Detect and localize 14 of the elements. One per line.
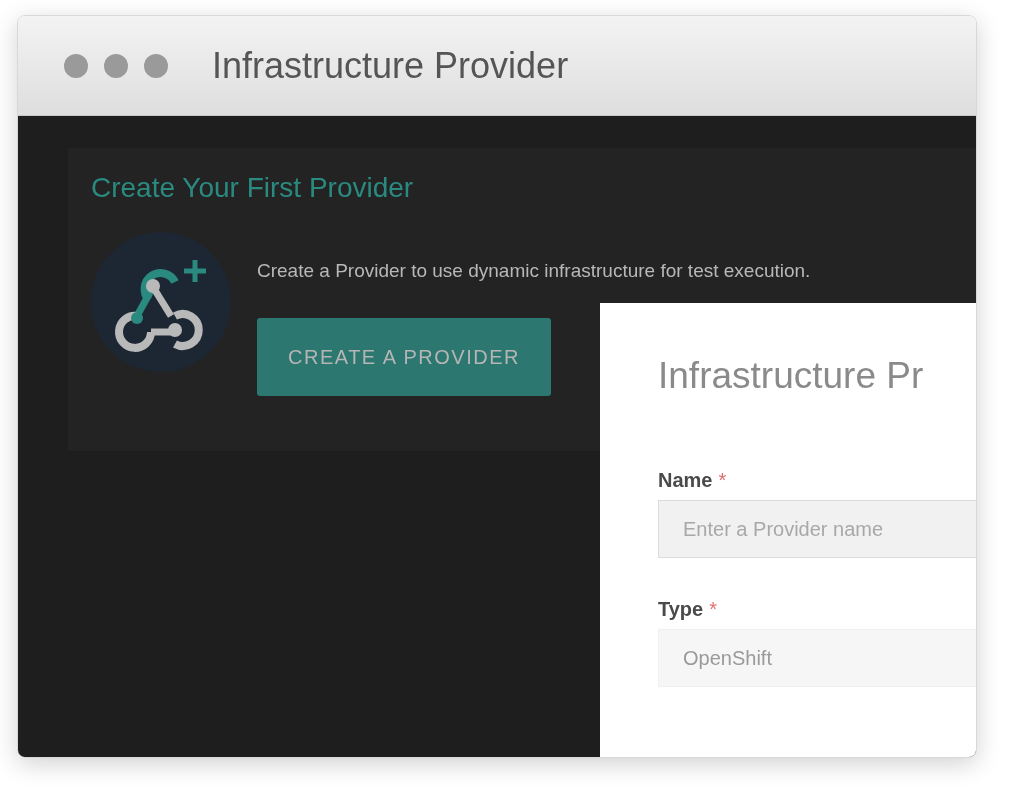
minimize-icon[interactable] [104, 53, 128, 78]
webhook-icon [91, 232, 231, 372]
card-heading: Create Your First Provider [91, 172, 415, 204]
required-marker: * [709, 598, 717, 621]
window-title: Infrastructure Provider [212, 44, 569, 87]
panel-title: Infrastructure Pr [658, 355, 925, 397]
required-marker: * [718, 469, 727, 492]
card-description: Create a Provider to use dynamic infrastructure for test execution. [257, 260, 811, 282]
field-label: Name [658, 469, 713, 492]
name-field[interactable]: Enter a Provider name [658, 500, 976, 558]
close-icon[interactable] [64, 53, 88, 78]
create-provider-button[interactable]: CREATE A PROVIDER [257, 318, 551, 396]
field-label: Type [658, 598, 704, 621]
zoom-icon[interactable] [144, 53, 168, 78]
